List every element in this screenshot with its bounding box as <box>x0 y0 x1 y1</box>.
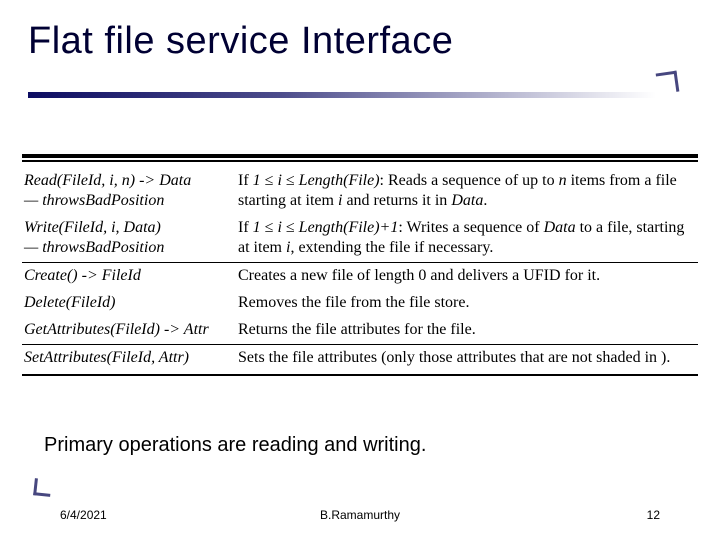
operation-description: If 1 ≤ i ≤ Length(File): Reads a sequenc… <box>236 168 698 215</box>
api-table: Read(FileId, i, n) -> Data— throwsBadPos… <box>22 168 698 372</box>
table-row: Delete(FileId)Removes the file from the … <box>22 290 698 317</box>
operation-description: Removes the file from the file store. <box>236 290 698 317</box>
table-row: GetAttributes(FileId) -> AttrReturns the… <box>22 317 698 345</box>
table-rule-top-thin <box>22 160 698 162</box>
operation-description: Sets the file attributes (only those att… <box>236 345 698 373</box>
summary-text: Primary operations are reading and writi… <box>44 434 426 457</box>
title-underline <box>28 92 656 98</box>
corner-decor-top-right <box>656 71 680 95</box>
footer-page-number: 12 <box>647 508 660 522</box>
corner-decor-bottom-left <box>33 478 52 497</box>
table-rule-top-thick <box>22 154 698 158</box>
operation-signature: Delete(FileId) <box>22 290 236 317</box>
operation-description: Returns the file attributes for the file… <box>236 317 698 345</box>
slide-title: Flat file service Interface <box>28 20 453 63</box>
slide: Flat file service Interface Read(FileId,… <box>0 0 720 540</box>
operation-signature: Write(FileId, i, Data)— throwsBadPositio… <box>22 215 236 263</box>
table-row: Read(FileId, i, n) -> Data— throwsBadPos… <box>22 168 698 215</box>
operation-signature: Create() -> FileId <box>22 263 236 291</box>
operation-signature: GetAttributes(FileId) -> Attr <box>22 317 236 345</box>
operation-description: Creates a new file of length 0 and deliv… <box>236 263 698 291</box>
api-table-body: Read(FileId, i, n) -> Data— throwsBadPos… <box>22 168 698 372</box>
operation-signature: Read(FileId, i, n) -> Data— throwsBadPos… <box>22 168 236 215</box>
table-row: SetAttributes(FileId, Attr)Sets the file… <box>22 345 698 373</box>
api-table-wrapper: Read(FileId, i, n) -> Data— throwsBadPos… <box>22 154 698 376</box>
footer-author: B.Ramamurthy <box>0 508 720 522</box>
table-row: Create() -> FileIdCreates a new file of … <box>22 263 698 291</box>
table-row: Write(FileId, i, Data)— throwsBadPositio… <box>22 215 698 263</box>
operation-description: If 1 ≤ i ≤ Length(File)+1: Writes a sequ… <box>236 215 698 263</box>
operation-signature: SetAttributes(FileId, Attr) <box>22 345 236 373</box>
table-rule-bottom <box>22 374 698 376</box>
